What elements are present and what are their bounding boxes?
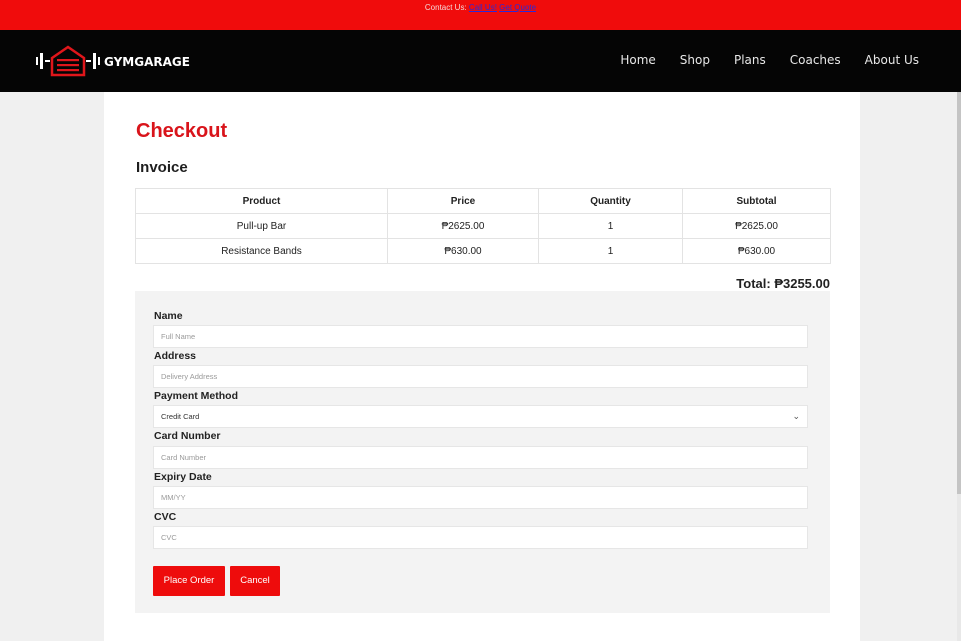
column-header-price: Price bbox=[387, 188, 539, 214]
table-row: Pull-up Bar ₱2625.00 1 ₱2625.00 bbox=[135, 213, 831, 239]
payment-method-label: Payment Method bbox=[154, 390, 239, 402]
brand-name[interactable]: GYMGARAGE bbox=[104, 55, 190, 69]
main-nav: Home Shop Plans Coaches About Us bbox=[620, 53, 919, 67]
table-row: Resistance Bands ₱630.00 1 ₱630.00 bbox=[135, 238, 831, 264]
column-header-product: Product bbox=[135, 188, 388, 214]
payment-method-value: Credit Card bbox=[161, 412, 200, 421]
address-label: Address bbox=[154, 350, 197, 362]
page-title: Checkout bbox=[136, 120, 228, 142]
cell-price: ₱630.00 bbox=[387, 238, 539, 264]
payment-method-select[interactable]: Credit Card ⌄ bbox=[153, 405, 808, 428]
invoice-title: Invoice bbox=[136, 159, 188, 176]
expiry-date-input[interactable]: MM/YY bbox=[153, 486, 808, 509]
promo-bar: Contact Us: Call Us! Get Quote bbox=[0, 0, 961, 30]
address-input[interactable]: Delivery Address bbox=[153, 365, 808, 388]
cell-subtotal: ₱630.00 bbox=[682, 238, 831, 264]
order-total: Total: ₱3255.00 bbox=[736, 276, 830, 291]
quote-link[interactable]: Get Quote bbox=[499, 3, 536, 12]
nav-shop[interactable]: Shop bbox=[680, 53, 710, 67]
navbar: GYMGARAGE Home Shop Plans Coaches About … bbox=[0, 30, 961, 92]
invoice-table: Product Price Quantity Subtotal Pull-up … bbox=[135, 188, 831, 264]
cell-quantity: 1 bbox=[538, 213, 683, 239]
chevron-down-icon: ⌄ bbox=[792, 411, 800, 421]
cell-price: ₱2625.00 bbox=[387, 213, 539, 239]
expiry-date-label: Expiry Date bbox=[154, 471, 212, 483]
place-order-button[interactable]: Place Order bbox=[153, 566, 225, 596]
column-header-quantity: Quantity bbox=[538, 188, 683, 214]
scrollbar-thumb[interactable] bbox=[957, 92, 961, 494]
cvc-label: CVC bbox=[154, 511, 177, 523]
call-link[interactable]: Call Us! bbox=[469, 3, 497, 12]
checkout-card: Checkout Invoice Product Price Quantity … bbox=[104, 92, 860, 641]
card-number-label: Card Number bbox=[154, 430, 221, 442]
cell-quantity: 1 bbox=[538, 238, 683, 264]
garage-dumbbell-logo-icon[interactable] bbox=[36, 44, 100, 78]
nav-coaches[interactable]: Coaches bbox=[790, 53, 841, 67]
nav-about-us[interactable]: About Us bbox=[865, 53, 919, 67]
nav-home[interactable]: Home bbox=[620, 53, 655, 67]
card-number-input[interactable]: Card Number bbox=[153, 446, 808, 469]
cell-subtotal: ₱2625.00 bbox=[682, 213, 831, 239]
checkout-form: Name Full Name Address Delivery Address … bbox=[135, 291, 830, 613]
cell-product: Pull-up Bar bbox=[135, 213, 388, 239]
name-label: Name bbox=[154, 310, 183, 322]
contact-text: Contact Us: bbox=[424, 3, 467, 12]
cancel-button[interactable]: Cancel bbox=[230, 566, 280, 596]
nav-plans[interactable]: Plans bbox=[734, 53, 766, 67]
table-header-row: Product Price Quantity Subtotal bbox=[135, 188, 831, 214]
column-header-subtotal: Subtotal bbox=[682, 188, 831, 214]
cvc-input[interactable]: CVC bbox=[153, 526, 808, 549]
cell-product: Resistance Bands bbox=[135, 238, 388, 264]
name-input[interactable]: Full Name bbox=[153, 325, 808, 348]
